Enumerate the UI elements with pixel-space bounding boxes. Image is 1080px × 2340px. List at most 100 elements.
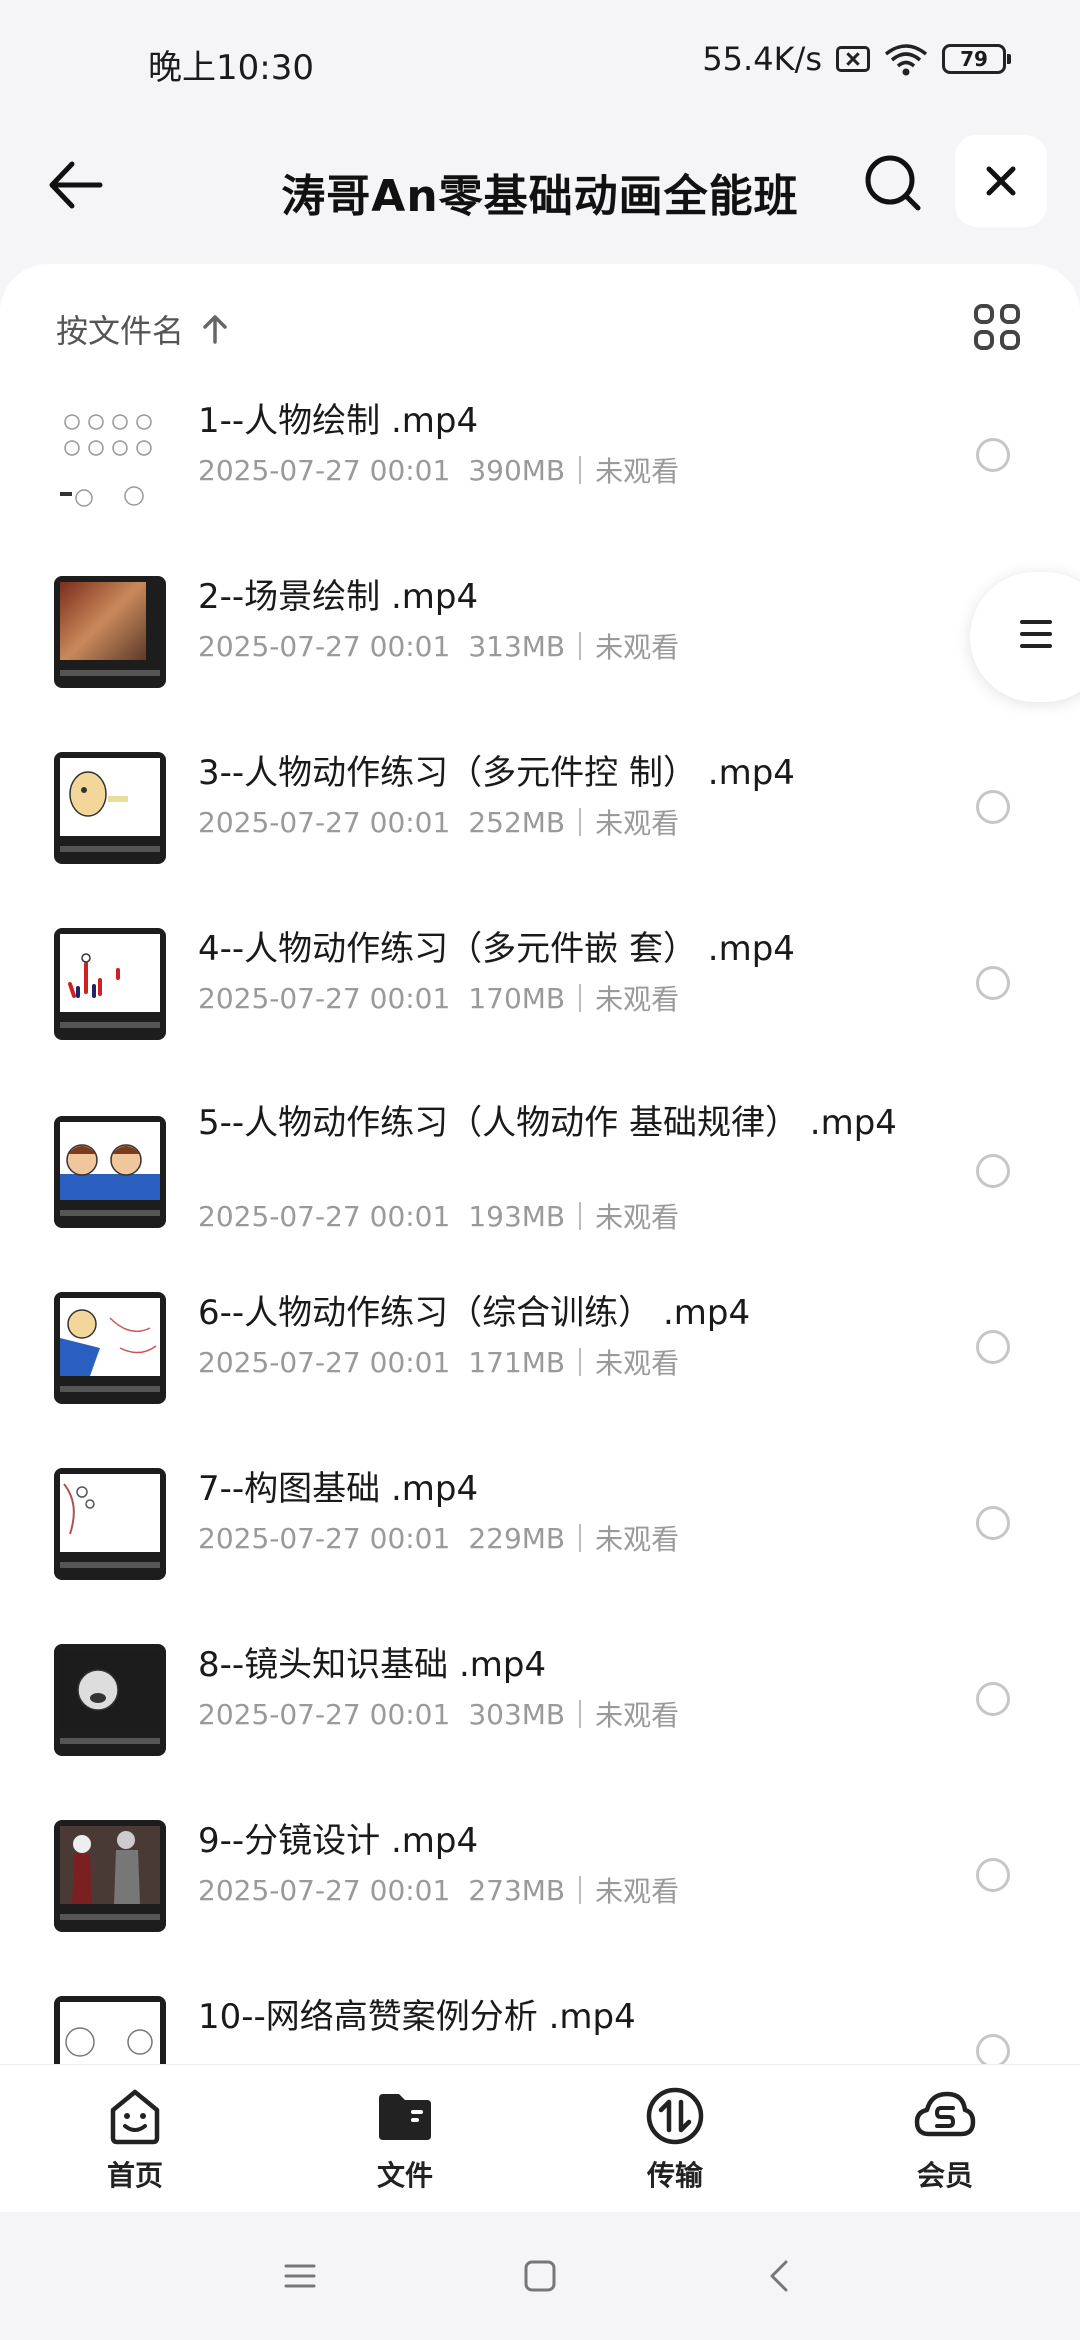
file-date: 2025-07-27 00:01	[198, 629, 451, 663]
file-name: 8--镜头知识基础 .mp4	[198, 1645, 547, 1685]
file-size: 313MB	[468, 629, 566, 663]
video-thumbnail	[54, 1292, 166, 1404]
battery-level: 79	[960, 47, 988, 71]
select-radio[interactable]	[976, 438, 1010, 472]
select-radio[interactable]	[976, 790, 1010, 824]
file-meta: 2025-07-27 00:01 303MB 未观看	[198, 1694, 679, 1734]
video-thumbnail	[54, 1820, 166, 1932]
select-radio[interactable]	[976, 966, 1010, 1000]
status-time: 晚上10:30	[148, 48, 314, 88]
character-action-icon	[60, 1309, 157, 1376]
battery-icon: 79	[942, 44, 1011, 74]
select-radio[interactable]	[976, 2034, 1010, 2064]
status-indicators: 55.4K/s 79	[702, 40, 1011, 78]
timeline-bar	[60, 1738, 160, 1744]
watch-status: 未观看	[595, 983, 680, 1016]
divider	[579, 1348, 582, 1376]
scene-preview	[60, 582, 146, 660]
video-thumbnail	[54, 1116, 166, 1228]
file-date: 2025-07-27 00:01	[198, 1521, 451, 1555]
tab-label: 传输	[646, 2159, 703, 2192]
divider	[579, 1524, 582, 1552]
grid-cell-icon	[1000, 330, 1020, 350]
tab-transfer[interactable]: 传输	[540, 2065, 810, 2213]
select-radio[interactable]	[976, 1858, 1010, 1892]
select-radio[interactable]	[976, 1154, 1010, 1188]
tab-label: 文件	[376, 2159, 433, 2192]
smile-icon	[110, 2089, 160, 2145]
sort-control[interactable]: 按文件名	[56, 306, 232, 352]
file-size: 303MB	[468, 1697, 566, 1731]
home-icon[interactable]	[520, 2256, 560, 2296]
search-icon	[865, 155, 921, 211]
camera-scene-icon	[77, 1669, 119, 1711]
file-date: 2025-07-27 00:01	[198, 453, 451, 487]
file-meta: 2025-07-27 00:01 390MB 未观看	[198, 450, 679, 490]
recent-apps-icon[interactable]	[280, 2256, 320, 2296]
file-size: 273MB	[468, 1873, 566, 1907]
select-radio[interactable]	[976, 1330, 1010, 1364]
file-name: 9--分镜设计 .mp4	[198, 1821, 479, 1861]
composition-sketch-icon	[63, 1483, 95, 1535]
grid-view-button[interactable]	[974, 304, 1020, 350]
preview-screen	[60, 1298, 160, 1376]
menu-line	[1020, 620, 1052, 624]
close-icon	[986, 166, 1016, 196]
close-button[interactable]	[955, 135, 1047, 227]
file-size: 252MB	[468, 805, 566, 839]
file-name: 5--人物动作练习（人物动作 基础规律） .mp4	[198, 1103, 897, 1143]
file-name: 6--人物动作练习（综合训练） .mp4	[198, 1293, 751, 1333]
timeline-bar	[60, 1210, 160, 1216]
preview-screen	[60, 1122, 160, 1200]
no-sim-icon	[836, 46, 870, 72]
menu-line	[1020, 644, 1052, 648]
file-meta: 2025-07-27 00:01 193MB 未观看	[198, 1196, 679, 1236]
boys-cartoon-icon	[60, 1144, 160, 1200]
file-name: 10--网络高赞案例分析 .mp4	[198, 1997, 636, 2037]
select-radio[interactable]	[976, 1506, 1010, 1540]
video-thumbnail	[54, 928, 166, 1040]
file-meta: 2025-07-27 00:01 171MB 未观看	[198, 1342, 679, 1382]
divider	[579, 456, 582, 484]
sketch-faces-icon	[65, 2027, 153, 2057]
search-button[interactable]	[858, 148, 928, 218]
video-thumbnail	[54, 400, 166, 512]
file-date: 2025-07-27 00:01	[198, 1199, 451, 1233]
grid-cell-icon	[1000, 304, 1020, 324]
file-meta: 2025-07-27 00:01 252MB 未观看	[198, 802, 679, 842]
transfer-icon	[646, 2087, 704, 2145]
preview-screen	[60, 934, 160, 1012]
file-meta: 2025-07-27 00:01 170MB 未观看	[198, 978, 679, 1018]
watch-status: 未观看	[595, 631, 680, 664]
tab-files[interactable]: 文件	[270, 2065, 540, 2213]
preview-screen	[60, 1826, 160, 1904]
watch-status: 未观看	[595, 1523, 680, 1556]
preview-screen	[60, 1650, 160, 1728]
watch-status: 未观看	[595, 1875, 680, 1908]
file-size: 229MB	[468, 1521, 566, 1555]
file-name: 1--人物绘制 .mp4	[198, 401, 479, 441]
timeline-bar	[60, 846, 160, 852]
file-date: 2025-07-27 00:01	[198, 805, 451, 839]
tab-label: 首页	[106, 2159, 163, 2192]
divider	[579, 984, 582, 1012]
tab-home[interactable]: 首页	[0, 2065, 270, 2213]
file-size: 193MB	[468, 1199, 566, 1233]
divider	[579, 1876, 582, 1904]
video-thumbnail	[54, 752, 166, 864]
divider	[579, 808, 582, 836]
divider	[579, 1202, 582, 1230]
sort-label: 按文件名	[56, 312, 185, 350]
back-icon[interactable]	[760, 2256, 800, 2296]
file-date: 2025-07-27 00:01	[198, 1345, 451, 1379]
file-name: 7--构图基础 .mp4	[198, 1469, 479, 1509]
tab-label: 会员	[916, 2159, 973, 2192]
tab-membership[interactable]: 会员	[810, 2065, 1080, 2213]
bottom-tab-bar: 首页 文件 传输 会员	[0, 2064, 1080, 2213]
preview-screen	[60, 1474, 160, 1552]
file-name: 2--场景绘制 .mp4	[198, 577, 479, 617]
select-radio[interactable]	[976, 1682, 1010, 1716]
file-size: 390MB	[468, 453, 566, 487]
watch-status: 未观看	[595, 455, 680, 488]
sketch-thumbnail-icon	[54, 400, 166, 512]
